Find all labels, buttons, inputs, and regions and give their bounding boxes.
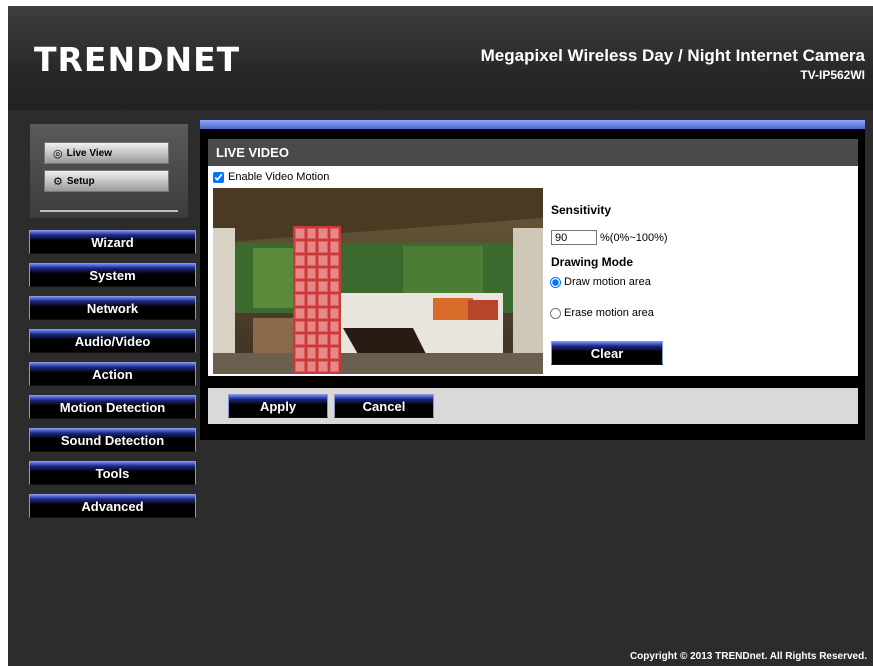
setup-icon: ⚙ (53, 175, 63, 188)
setup-button[interactable]: ⚙ Setup (44, 170, 169, 192)
nav-wizard[interactable]: Wizard (29, 230, 196, 254)
room-scene-image (213, 188, 543, 374)
nav-action[interactable]: Action (29, 362, 196, 386)
enable-video-motion[interactable]: Enable Video Motion (213, 171, 329, 183)
live-view-icon: ◎ (53, 147, 63, 160)
apply-button[interactable]: Apply (228, 394, 328, 418)
nav-system[interactable]: System (29, 263, 196, 287)
trendnet-logo: TRENDNET (34, 40, 241, 79)
top-menu: ◎ Live View ⚙ Setup (30, 124, 188, 218)
nav-network[interactable]: Network (29, 296, 196, 320)
nav-advanced[interactable]: Advanced (29, 494, 196, 518)
enable-video-motion-label: Enable Video Motion (228, 171, 330, 183)
panel-accent-bar (200, 120, 865, 129)
cancel-button[interactable]: Cancel (334, 394, 434, 418)
product-model: TV-IP562WI (800, 68, 865, 82)
section-title: LIVE VIDEO (208, 139, 858, 166)
sensitivity-range: %(0%~100%) (600, 232, 668, 244)
nav-motion-detection[interactable]: Motion Detection (29, 395, 196, 419)
sensitivity-label: Sensitivity (551, 203, 612, 217)
action-bar: Apply Cancel (208, 388, 858, 424)
clear-button[interactable]: Clear (551, 341, 663, 365)
live-view-button[interactable]: ◎ Live View (44, 142, 169, 164)
header: TRENDNET Megapixel Wireless Day / Night … (8, 6, 873, 110)
live-video-panel: LIVE VIDEO Enable Video Motion Sensitivi… (200, 120, 865, 440)
erase-motion-area-label: Erase motion area (564, 307, 654, 319)
draw-motion-area-radio[interactable] (550, 276, 561, 288)
erase-motion-area-option[interactable]: Erase motion area (550, 307, 654, 319)
draw-motion-area-label: Draw motion area (564, 276, 651, 288)
drawing-mode-label: Drawing Mode (551, 255, 634, 269)
enable-video-motion-checkbox[interactable] (213, 171, 224, 183)
nav-sound-detection[interactable]: Sound Detection (29, 428, 196, 452)
sensitivity-input[interactable] (551, 230, 597, 245)
nav-audio-video[interactable]: Audio/Video (29, 329, 196, 353)
nav-tools[interactable]: Tools (29, 461, 196, 485)
app-frame: TRENDNET Megapixel Wireless Day / Night … (8, 6, 873, 666)
product-title: Megapixel Wireless Day / Night Internet … (480, 46, 865, 65)
motion-area-grid[interactable] (293, 226, 341, 374)
copyright-footer: Copyright © 2013 TRENDnet. All Rights Re… (629, 651, 867, 662)
live-video-feed[interactable] (213, 188, 543, 374)
live-view-label: Live View (66, 147, 113, 159)
menu-divider (40, 210, 178, 212)
setup-label: Setup (66, 175, 95, 187)
erase-motion-area-radio[interactable] (550, 307, 561, 319)
motion-settings: Enable Video Motion Sensitivity 90 %(0%~… (208, 166, 858, 376)
draw-motion-area-option[interactable]: Draw motion area (550, 276, 651, 288)
